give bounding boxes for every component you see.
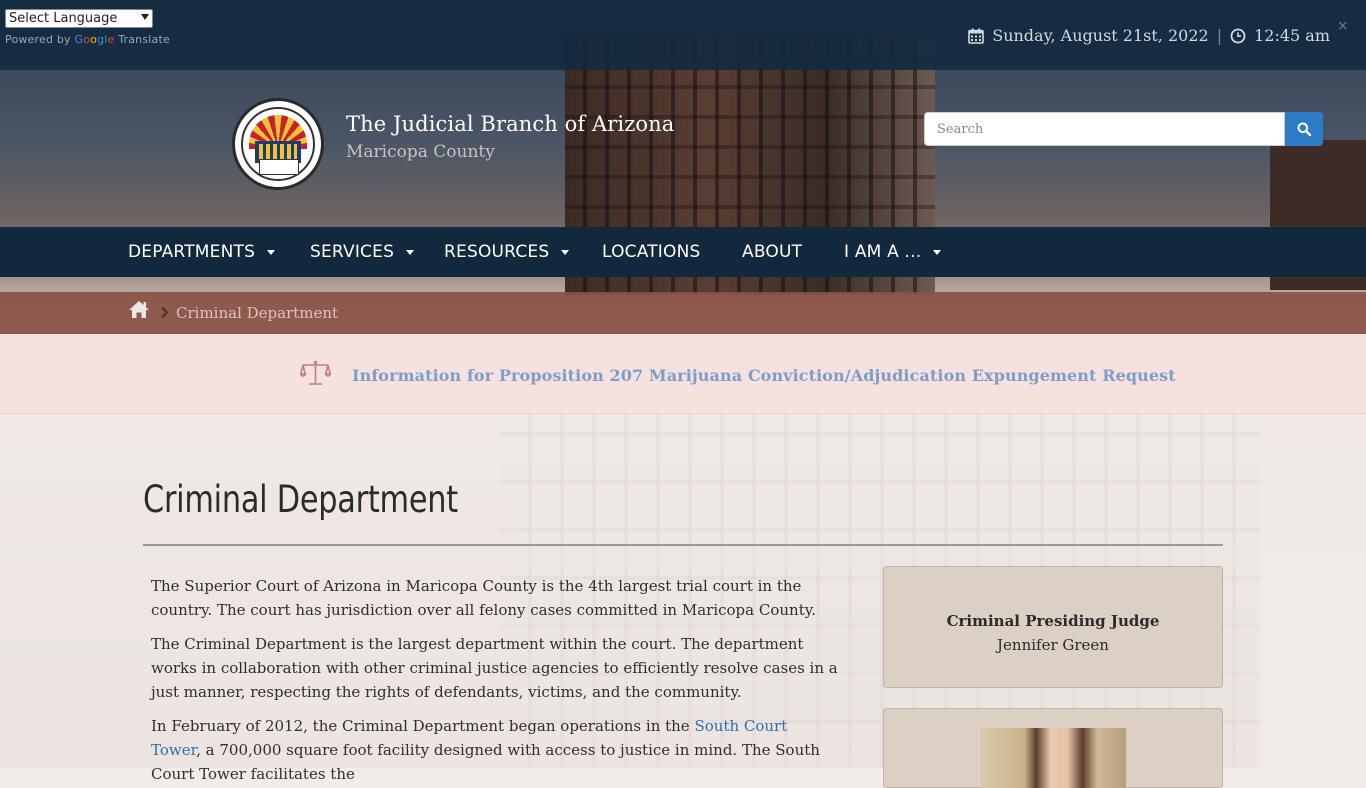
date-text: Sunday, August 21st, 2022 — [992, 26, 1209, 45]
nav-resources[interactable]: RESOURCES — [444, 227, 570, 277]
powered-by-label: Powered by — [5, 33, 71, 46]
google-letter: e — [107, 33, 115, 46]
search-input[interactable] — [924, 112, 1285, 146]
nav-departments[interactable]: DEPARTMENTS — [128, 227, 276, 277]
seal-scroll — [259, 159, 299, 175]
proposition-207-link[interactable]: Information for Proposition 207 Marijuan… — [352, 366, 1176, 385]
nav-i-am-a[interactable]: I AM A ... — [844, 227, 942, 277]
site-subtitle: Maricopa County — [346, 142, 495, 162]
home-icon[interactable] — [128, 300, 150, 319]
nav-label: RESOURCES — [444, 242, 550, 262]
chevron-down-icon — [141, 14, 149, 20]
site-title[interactable]: The Judicial Branch of Arizona — [346, 112, 674, 136]
presiding-judge-title: Criminal Presiding Judge — [946, 612, 1160, 630]
search-button[interactable] — [1285, 112, 1323, 146]
paragraph-text: , a 700,000 square foot facility designe… — [151, 741, 820, 783]
translate-label: Translate — [118, 33, 170, 46]
nav-locations[interactable]: LOCATIONS — [602, 227, 701, 277]
language-select-value: Select Language — [9, 11, 118, 26]
main-nav: DEPARTMENTS SERVICES RESOURCES LOCATIONS… — [0, 227, 1366, 277]
scales-of-justice-icon — [300, 360, 331, 385]
date-time: Sunday, August 21st, 2022 | 12:45 am — [968, 26, 1330, 45]
search-icon — [1297, 122, 1311, 136]
nav-label: I AM A ... — [844, 242, 922, 262]
nav-label: LOCATIONS — [602, 242, 701, 262]
nav-label: ABOUT — [742, 242, 803, 262]
intro-paragraph: The Superior Court of Arizona in Maricop… — [151, 577, 816, 619]
close-icon[interactable]: × — [1337, 18, 1349, 34]
time-text: 12:45 am — [1254, 26, 1330, 45]
department-paragraph: The Criminal Department is the largest d… — [151, 635, 838, 701]
google-logo[interactable]: Google — [74, 33, 114, 46]
breadcrumb-current: Criminal Department — [176, 304, 339, 322]
date-time-divider: | — [1216, 26, 1223, 45]
judge-photo — [981, 728, 1126, 788]
chevron-right-icon — [161, 306, 169, 319]
maricopa-county-seal[interactable] — [232, 98, 324, 190]
caret-down-icon — [933, 249, 942, 255]
caret-down-icon — [406, 249, 415, 255]
powered-by-google-translate: Powered by Google Translate — [5, 33, 170, 46]
nav-label: DEPARTMENTS — [128, 242, 256, 262]
presiding-judge-name: Jennifer Green — [997, 636, 1109, 654]
caret-down-icon — [561, 249, 570, 255]
nav-label: SERVICES — [310, 242, 395, 262]
title-divider — [143, 544, 1223, 546]
caret-down-icon — [267, 249, 276, 255]
paragraph-text: In February of 2012, the Criminal Depart… — [151, 717, 695, 735]
google-letter: G — [74, 33, 84, 46]
calendar-icon — [968, 28, 985, 44]
language-select[interactable]: Select Language — [5, 9, 153, 28]
south-court-tower-paragraph: In February of 2012, the Criminal Depart… — [151, 714, 841, 786]
nav-services[interactable]: SERVICES — [310, 227, 415, 277]
clock-icon — [1230, 28, 1246, 43]
nav-about[interactable]: ABOUT — [742, 227, 802, 277]
page-title: Criminal Department — [143, 478, 458, 521]
